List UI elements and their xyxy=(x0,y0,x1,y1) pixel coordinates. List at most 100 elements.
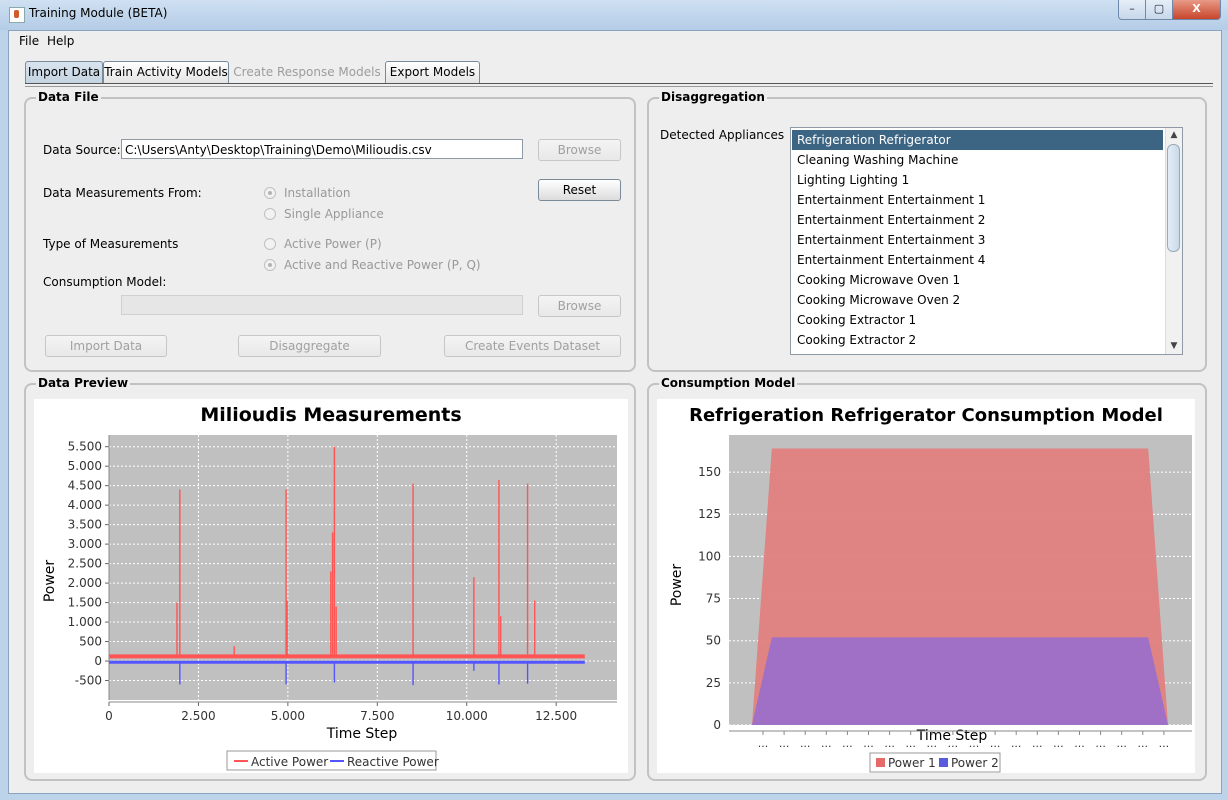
list-item[interactable]: Cooking Microwave Oven 2 xyxy=(792,290,1163,310)
type-of-measurements-label: Type of Measurements xyxy=(43,237,179,251)
y-tick-label: 0 xyxy=(713,718,721,732)
x-tick-label: ... xyxy=(863,737,874,750)
x-tick-label: 12.500 xyxy=(535,709,577,723)
radio-installation[interactable] xyxy=(264,187,276,199)
list-item[interactable]: Cooking Extractor 2 xyxy=(792,330,1163,350)
list-item[interactable]: Entertainment Entertainment 1 xyxy=(792,190,1163,210)
application-window: Training Module (BETA) – ▢ X File Help I… xyxy=(0,0,1228,800)
close-button[interactable]: X xyxy=(1172,0,1221,20)
tab-import-data[interactable]: Import Data xyxy=(25,61,103,84)
consumption-model-field[interactable] xyxy=(121,295,523,315)
y-tick-label: 125 xyxy=(698,507,721,521)
tab-underline xyxy=(25,83,1213,87)
menu-bar: File Help xyxy=(9,31,1221,52)
data-source-field[interactable]: C:\Users\Anty\Desktop\Training\Demo\Mili… xyxy=(121,139,523,159)
x-tick-label: ... xyxy=(1053,737,1064,750)
reset-button[interactable]: Reset xyxy=(538,179,621,201)
legend-swatch xyxy=(876,758,885,767)
plot-area xyxy=(109,435,617,700)
chart-title: Refrigeration Refrigerator Consumption M… xyxy=(689,405,1163,426)
detected-appliances-list[interactable]: Refrigeration Refrigerator Cleaning Wash… xyxy=(790,127,1183,355)
x-tick-label: ... xyxy=(884,737,895,750)
x-tick-label: ... xyxy=(842,737,853,750)
list-item[interactable]: Cleaning Washing Machine xyxy=(792,150,1163,170)
x-tick-label: ... xyxy=(1074,737,1085,750)
radio-installation-label: Installation xyxy=(284,186,351,200)
java-coffee-icon xyxy=(9,7,25,23)
radio-single-appliance[interactable] xyxy=(264,208,276,220)
radio-active-power[interactable] xyxy=(264,238,276,250)
disaggregate-button[interactable]: Disaggregate xyxy=(238,335,381,357)
list-item[interactable]: Cooking Extractor 1 xyxy=(792,310,1163,330)
y-tick-label: 4.500 xyxy=(68,479,102,493)
browse-model-button[interactable]: Browse xyxy=(538,295,621,317)
list-item[interactable]: Entertainment Entertainment 4 xyxy=(792,250,1163,270)
scroll-up-arrow-icon[interactable]: ▲ xyxy=(1166,128,1182,142)
scroll-down-arrow-icon[interactable]: ▼ xyxy=(1166,339,1182,353)
x-tick-label: 0 xyxy=(105,709,113,723)
y-tick-label: 50 xyxy=(706,634,721,648)
legend-label: Power 2 xyxy=(951,756,999,770)
minimize-button[interactable]: – xyxy=(1118,0,1146,20)
import-data-button[interactable]: Import Data xyxy=(45,335,167,357)
list-item[interactable]: Entertainment Entertainment 2 xyxy=(792,210,1163,230)
list-item[interactable]: Entertainment Entertainment 3 xyxy=(792,230,1163,250)
chart-title: Milioudis Measurements xyxy=(200,404,461,426)
detected-appliances-label: Detected Appliances xyxy=(660,128,785,142)
x-tick-label: ... xyxy=(800,737,811,750)
area-series xyxy=(752,637,1168,725)
x-tick-label: ... xyxy=(990,737,1001,750)
x-tick-label: 2.500 xyxy=(181,709,215,723)
y-tick-label: 2.500 xyxy=(68,557,102,571)
tab-export-models[interactable]: Export Models xyxy=(385,61,480,84)
x-tick-label: 5.000 xyxy=(271,709,305,723)
consumption-chart-svg: Refrigeration Refrigerator Consumption M… xyxy=(669,405,1192,773)
x-tick-label: ... xyxy=(1011,737,1022,750)
list-item[interactable]: Lighting Lighting 1 xyxy=(792,170,1163,190)
y-tick-label: 0 xyxy=(94,654,102,668)
scroll-thumb[interactable] xyxy=(1167,144,1180,252)
tab-train-activity-models[interactable]: Train Activity Models xyxy=(103,61,229,84)
x-tick-label: ... xyxy=(779,737,790,750)
y-tick-label: -500 xyxy=(75,674,102,688)
menu-file[interactable]: File xyxy=(19,34,39,48)
y-tick-label: 4.000 xyxy=(68,498,102,512)
legend-label: Power 1 xyxy=(888,756,936,770)
measurements-chart: Milioudis Measurements Power Time Step A… xyxy=(34,399,628,773)
consumption-model-label: Consumption Model: xyxy=(43,275,167,289)
x-tick-label: ... xyxy=(1116,737,1127,750)
create-events-dataset-button[interactable]: Create Events Dataset xyxy=(444,335,621,357)
x-tick-label: ... xyxy=(969,737,980,750)
x-tick-label: ... xyxy=(1138,737,1149,750)
y-tick-label: 1.500 xyxy=(68,596,102,610)
browse-data-button[interactable]: Browse xyxy=(538,139,621,161)
y-tick-label: 150 xyxy=(698,465,721,479)
data-source-label: Data Source: xyxy=(43,143,121,157)
disaggregation-title: Disaggregation xyxy=(659,90,767,104)
x-tick-label: ... xyxy=(948,737,959,750)
tab-create-response-models: Create Response Models xyxy=(233,65,381,79)
menu-help[interactable]: Help xyxy=(47,34,74,48)
y-tick-label: 5.500 xyxy=(68,440,102,454)
y-tick-label: 25 xyxy=(706,676,721,690)
appliances-scrollbar[interactable]: ▲ ▼ xyxy=(1165,128,1182,354)
y-tick-label: 2.000 xyxy=(68,576,102,590)
radio-active-reactive-power[interactable] xyxy=(264,259,276,271)
legend-label: Active Power xyxy=(251,755,328,769)
list-item[interactable]: Refrigeration Refrigerator xyxy=(792,130,1163,150)
title-bar[interactable]: Training Module (BETA) – ▢ X xyxy=(0,0,1228,30)
data-preview-title: Data Preview xyxy=(36,376,131,390)
maximize-button[interactable]: ▢ xyxy=(1145,0,1173,20)
radio-active-reactive-power-label: Active and Reactive Power (P, Q) xyxy=(284,258,481,272)
consumption-chart: Refrigeration Refrigerator Consumption M… xyxy=(657,399,1195,773)
list-item[interactable]: Cooking Microwave Oven 1 xyxy=(792,270,1163,290)
consumption-model-title: Consumption Model xyxy=(659,376,798,390)
y-tick-label: 3.500 xyxy=(68,518,102,532)
client-area: File Help Import Data Train Activity Mod… xyxy=(8,30,1222,794)
x-tick-label: ... xyxy=(927,737,938,750)
y-tick-label: 75 xyxy=(706,592,721,606)
data-file-panel: Data File Data Source: C:\Users\Anty\Des… xyxy=(24,90,636,372)
y-axis-label: Power xyxy=(42,560,58,603)
legend-label: Reactive Power xyxy=(347,755,439,769)
radio-single-appliance-label: Single Appliance xyxy=(284,207,384,221)
